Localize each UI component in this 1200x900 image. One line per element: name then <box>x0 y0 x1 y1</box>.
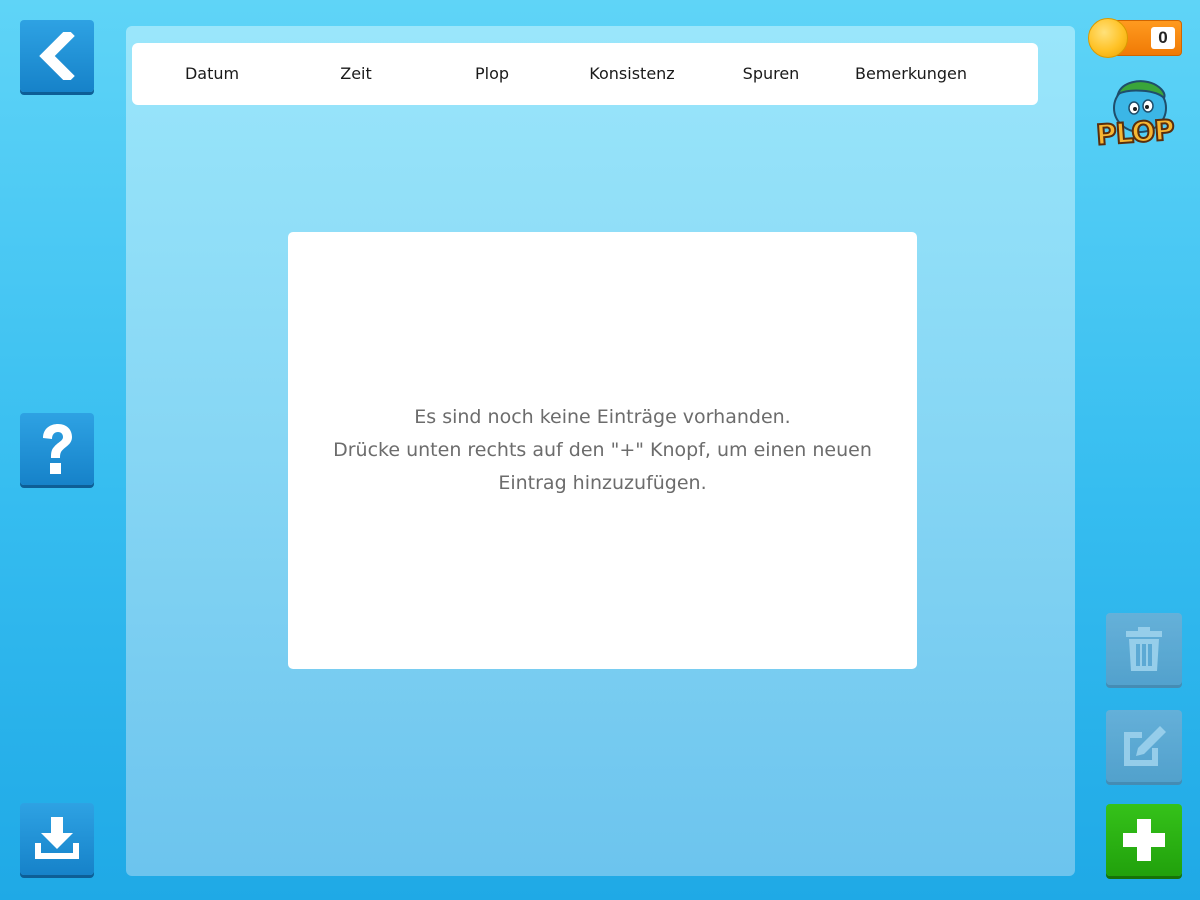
empty-state-line-1: Es sind noch keine Einträge vorhanden. <box>414 406 791 428</box>
empty-state-line-2: Drücke unten rechts auf den "+" Knopf, u… <box>333 439 872 494</box>
main-panel: Datum Zeit Plop Konsistenz Spuren Bemerk… <box>126 26 1075 876</box>
help-button[interactable] <box>20 413 94 485</box>
plop-logo: PLOP <box>1090 76 1180 160</box>
empty-state-message: Es sind noch keine Einträge vorhanden. D… <box>323 401 883 500</box>
plus-icon <box>1123 819 1165 861</box>
download-icon <box>35 817 79 859</box>
download-button[interactable] <box>20 803 94 875</box>
column-header-bemerkungen: Bemerkungen <box>854 64 968 83</box>
column-header-spuren: Spuren <box>742 64 800 83</box>
column-header-plop: Plop <box>474 64 510 83</box>
edit-icon <box>1124 726 1166 766</box>
back-button[interactable] <box>20 20 94 92</box>
table-header: Datum Zeit Plop Konsistenz Spuren Bemerk… <box>132 43 1038 105</box>
logo-text: PLOP <box>1094 112 1176 152</box>
question-mark-icon <box>43 424 72 474</box>
edit-button[interactable] <box>1106 710 1182 782</box>
coin-icon <box>1088 18 1128 58</box>
coin-counter: 0 <box>1088 18 1182 58</box>
column-header-datum: Datum <box>184 64 240 83</box>
empty-state-box: Es sind noch keine Einträge vorhanden. D… <box>288 232 917 669</box>
delete-button[interactable] <box>1106 613 1182 685</box>
column-header-konsistenz: Konsistenz <box>589 64 675 83</box>
column-header-zeit: Zeit <box>340 64 372 83</box>
coin-count: 0 <box>1151 27 1175 49</box>
trash-icon <box>1126 627 1162 671</box>
add-entry-button[interactable] <box>1106 804 1182 876</box>
chevron-left-icon <box>39 32 75 80</box>
